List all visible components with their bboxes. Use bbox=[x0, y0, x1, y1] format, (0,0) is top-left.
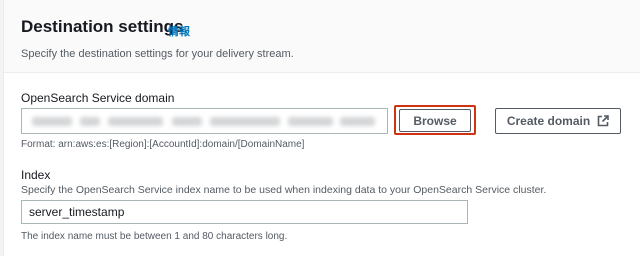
domain-input[interactable] bbox=[21, 108, 388, 134]
destination-settings-panel: Destination settings 情報 Specify the dest… bbox=[3, 0, 640, 256]
redacted-text bbox=[32, 117, 72, 126]
index-label: Index bbox=[21, 168, 51, 182]
browse-button[interactable]: Browse bbox=[399, 109, 471, 132]
redacted-text bbox=[340, 117, 375, 126]
redacted-text bbox=[172, 117, 202, 126]
info-link[interactable]: 情報 bbox=[168, 23, 190, 39]
index-input[interactable] bbox=[21, 200, 468, 224]
create-domain-label: Create domain bbox=[506, 114, 591, 128]
create-domain-button[interactable]: Create domain bbox=[495, 108, 621, 134]
redacted-text bbox=[108, 117, 163, 126]
index-constraint-hint: The index name must be between 1 and 80 … bbox=[21, 231, 288, 242]
redacted-text bbox=[210, 117, 280, 126]
section-title: Destination settings bbox=[21, 17, 184, 36]
external-link-icon bbox=[597, 115, 609, 127]
section-description: Specify the destination settings for you… bbox=[21, 48, 294, 60]
redacted-text bbox=[288, 117, 333, 126]
domain-format-hint: Format: arn:aws:es:[Region]:[AccountId]:… bbox=[21, 139, 305, 150]
index-description: Specify the OpenSearch Service index nam… bbox=[21, 184, 547, 196]
section-header: Destination settings 情報 Specify the dest… bbox=[4, 0, 640, 73]
redacted-text bbox=[80, 117, 100, 126]
domain-label: OpenSearch Service domain bbox=[21, 91, 175, 105]
